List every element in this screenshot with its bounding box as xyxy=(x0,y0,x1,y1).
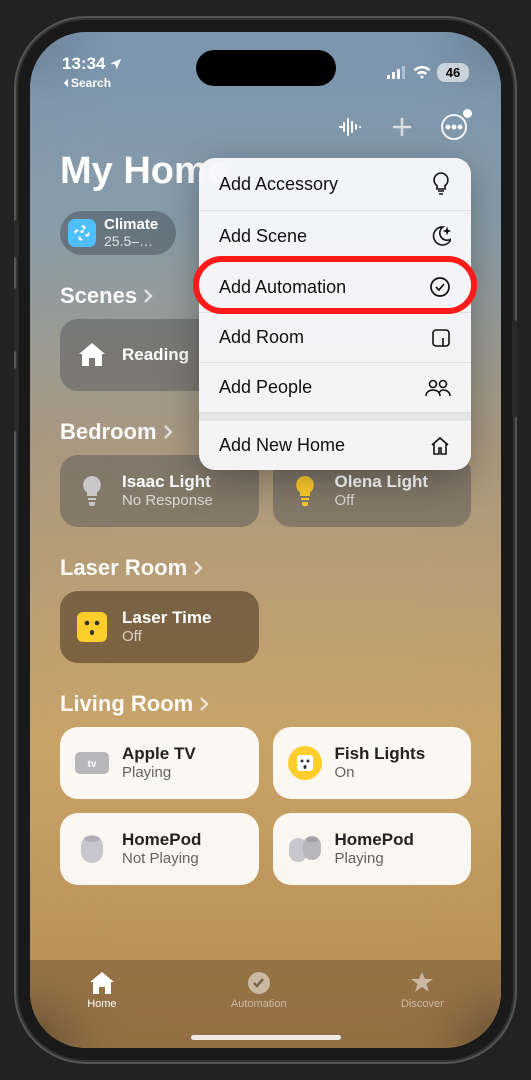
climate-detail: 25.5–… xyxy=(104,234,158,249)
tile-fish-lights[interactable]: Fish LightsOn xyxy=(273,727,472,799)
chevron-right-icon xyxy=(143,288,153,304)
house-icon xyxy=(88,970,116,996)
homepod-pair-icon xyxy=(287,831,323,867)
menu-add-new-home[interactable]: Add New Home xyxy=(199,421,471,470)
room-icon xyxy=(431,328,451,348)
tile-homepod-2[interactable]: HomePodPlaying xyxy=(273,813,472,885)
outlet-icon xyxy=(287,745,323,781)
iphone-frame: 13:34 Search 46 xyxy=(18,20,513,1060)
announce-button[interactable] xyxy=(333,110,367,144)
location-icon xyxy=(109,57,123,71)
battery-level: 46 xyxy=(437,63,469,82)
menu-add-scene[interactable]: Add Scene xyxy=(199,211,471,262)
homepod-icon xyxy=(74,831,110,867)
add-button[interactable] xyxy=(385,110,419,144)
climate-pill[interactable]: Climate 25.5–… xyxy=(60,211,176,255)
house-icon xyxy=(74,337,110,373)
menu-add-people[interactable]: Add People xyxy=(199,363,471,413)
menu-add-automation[interactable]: Add Automation xyxy=(199,262,471,313)
status-time: 13:34 xyxy=(62,54,105,74)
tile-laser-time[interactable]: Laser TimeOff xyxy=(60,591,259,663)
tab-home[interactable]: Home xyxy=(87,970,116,1010)
home-indicator[interactable] xyxy=(191,1035,341,1040)
wifi-icon xyxy=(413,66,431,79)
bulb-outline-icon xyxy=(431,172,451,196)
back-to-search[interactable]: Search xyxy=(62,76,123,90)
more-button[interactable] xyxy=(437,110,471,144)
apple-tv-icon: tv xyxy=(74,745,110,781)
tile-homepod-1[interactable]: HomePodNot Playing xyxy=(60,813,259,885)
svg-text:tv: tv xyxy=(88,759,97,770)
clock-check-icon xyxy=(429,276,451,298)
chevron-right-icon xyxy=(193,560,203,576)
add-menu-popover: Add Accessory Add Scene Add Automation A… xyxy=(199,158,471,470)
people-icon xyxy=(425,379,451,397)
bulb-icon xyxy=(287,473,323,509)
outlet-icon xyxy=(74,609,110,645)
fan-icon xyxy=(68,219,96,247)
chevron-right-icon xyxy=(163,424,173,440)
clock-check-icon xyxy=(246,970,272,996)
tab-automation[interactable]: Automation xyxy=(231,970,287,1010)
house-outline-icon xyxy=(429,436,451,456)
laser-room-header[interactable]: Laser Room xyxy=(30,527,501,591)
climate-label: Climate xyxy=(104,217,158,234)
tab-discover[interactable]: Discover xyxy=(401,970,444,1010)
chevron-right-icon xyxy=(199,696,209,712)
cellular-icon xyxy=(387,66,407,79)
bulb-icon xyxy=(74,473,110,509)
living-room-header[interactable]: Living Room xyxy=(30,663,501,727)
star-icon xyxy=(409,970,435,996)
menu-add-accessory[interactable]: Add Accessory xyxy=(199,158,471,211)
menu-add-room[interactable]: Add Room xyxy=(199,313,471,363)
moon-icon xyxy=(429,225,451,247)
dynamic-island xyxy=(196,50,336,86)
tile-apple-tv[interactable]: tv Apple TVPlaying xyxy=(60,727,259,799)
